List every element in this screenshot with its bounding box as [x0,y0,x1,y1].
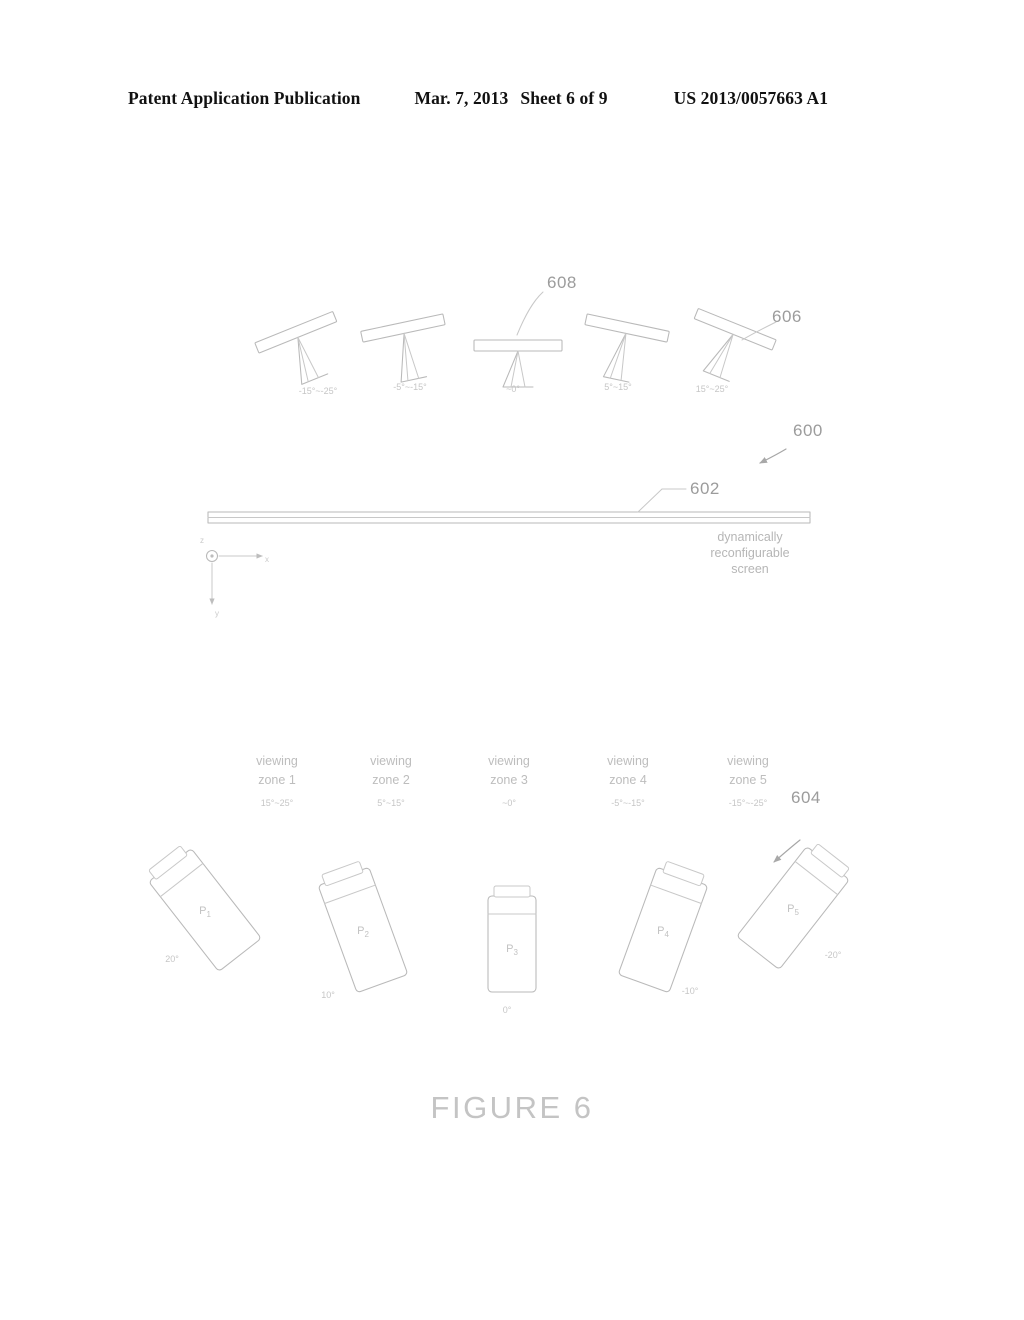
viewing-zone-2-range: 5°~15° [377,798,405,808]
axis-x-label: x [265,555,269,564]
viewing-zone-3-range: ~0° [502,798,516,808]
viewing-zone-5-line1: viewing [727,754,769,768]
viewing-zone-4: viewing zone 4 -5°~-15° [607,754,649,808]
viewing-zone-2-line1: viewing [370,754,412,768]
viewing-zone-1: viewing zone 1 15°~25° [256,754,298,808]
device-p4: P4 [618,861,708,993]
figure-6-drawing: -15°~-25° -5°~-15° ~0° 5°~15° 15°~25° 60… [0,0,1024,1320]
projector-2 [360,313,446,383]
ref-608-label: 608 [547,273,577,292]
viewing-zone-2-line2: zone 2 [372,773,410,787]
viewing-zone-4-line2: zone 4 [609,773,647,787]
device-p3-angle-label: 0° [503,1005,512,1015]
coordinate-axes [205,549,263,605]
viewing-zone-3-line1: viewing [488,754,530,768]
viewing-zone-5: viewing zone 5 -15°~-25° [727,754,769,808]
device-p1-angle-label: 20° [165,954,179,964]
viewing-zone-5-range: -15°~-25° [729,798,768,808]
ref-606-label: 606 [772,307,802,326]
ref-602-label: 602 [690,479,720,498]
projector-1 [254,311,338,385]
leader-608 [516,291,544,336]
ref-600-label: 600 [793,421,823,440]
viewing-zone-4-range: -5°~-15° [611,798,645,808]
viewing-zone-2: viewing zone 2 5°~15° [370,754,412,808]
leader-600 [759,448,787,464]
leader-602 [637,488,687,513]
projector-2-angle-label: -5°~-15° [393,382,427,392]
device-p3: P3 [487,885,537,993]
projector-5-angle-label: 15°~25° [696,384,729,394]
device-p2-angle-label: 10° [321,990,335,1000]
screen-label-line1: dynamically [717,530,783,544]
viewing-zone-1-line1: viewing [256,754,298,768]
viewing-zone-5-line2: zone 5 [729,773,767,787]
device-p1: P1 [148,845,261,971]
ref-604-label: 604 [791,788,821,807]
viewing-zone-1-line2: zone 1 [258,773,296,787]
viewing-zone-3: viewing zone 3 ~0° [488,754,530,808]
figure-caption: FIGURE 6 [431,1090,594,1125]
axis-y-label: y [215,609,219,618]
device-p4-angle-label: -10° [682,986,699,996]
screen-label-line2: reconfigurable [710,546,789,560]
viewing-zone-3-line2: zone 3 [490,773,528,787]
dynamically-reconfigurable-screen [207,511,811,524]
projector-4-angle-label: 5°~15° [604,382,632,392]
projector-1-angle-label: -15°~-25° [299,386,338,396]
projector-3 [473,339,563,388]
projector-3-angle-label: ~0° [506,384,520,394]
viewing-zone-1-range: 15°~25° [261,798,294,808]
axis-z-label: z [200,536,204,545]
device-p5-angle-label: -20° [825,950,842,960]
device-p2: P2 [318,861,408,993]
projector-5 [693,308,777,382]
projector-4 [584,313,670,383]
viewing-zone-4-line1: viewing [607,754,649,768]
screen-label-line3: screen [731,562,769,576]
leader-604 [773,839,801,863]
